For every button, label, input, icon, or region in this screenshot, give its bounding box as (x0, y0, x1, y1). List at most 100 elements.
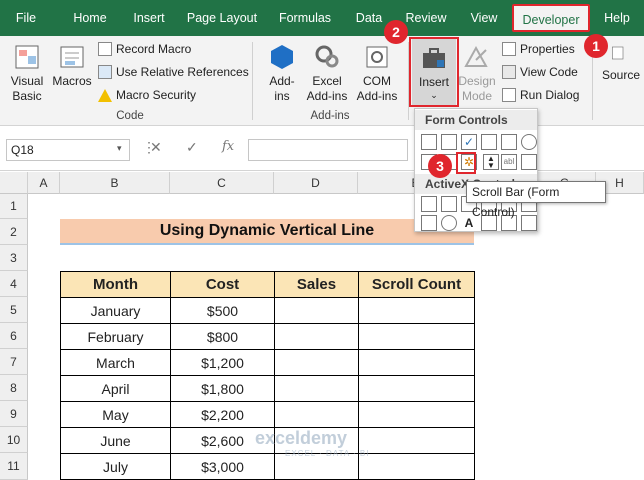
tab-developer[interactable]: Developer (512, 4, 590, 32)
cell-scroll-count[interactable] (358, 375, 475, 402)
activex-button-icon[interactable] (421, 196, 437, 212)
tab-file[interactable]: File (6, 0, 46, 36)
activex-option-button-icon[interactable] (441, 215, 457, 231)
cell-scroll-count[interactable] (358, 323, 475, 350)
header-cost[interactable]: Cost (170, 271, 275, 298)
activex-more-controls-icon[interactable] (521, 215, 537, 231)
use-relative-references-button[interactable]: Use Relative References (98, 63, 249, 81)
cell-sales[interactable] (274, 375, 359, 402)
cell-scroll-count[interactable] (358, 453, 475, 480)
ribbon-tab-bar: File Home Insert Page Layout Formulas Da… (0, 0, 644, 36)
cell-sales[interactable] (274, 349, 359, 376)
row-header-3[interactable]: 3 (0, 245, 28, 271)
cell-cost[interactable]: $800 (170, 323, 275, 350)
run-dialog-label: Run Dialog (520, 88, 580, 102)
column-header-d[interactable]: D (274, 172, 358, 194)
row-header-5[interactable]: 5 (0, 297, 28, 323)
row-header-8[interactable]: 8 (0, 375, 28, 401)
name-box[interactable]: Q18 (6, 139, 130, 161)
scroll-bar-control-icon[interactable]: ▲ ▼ (483, 154, 499, 170)
add-ins-button[interactable]: Add- ins (262, 42, 302, 104)
spin-button-control-icon[interactable] (481, 134, 497, 150)
row-header-2[interactable]: 2 (0, 219, 28, 245)
macro-security-button[interactable]: Macro Security (98, 86, 196, 104)
check-box-control-icon[interactable]: ✓ (461, 134, 477, 150)
row-header-4[interactable]: 4 (0, 271, 28, 297)
select-all-corner[interactable] (0, 172, 28, 194)
tab-home[interactable]: Home (62, 0, 118, 36)
row-header-1[interactable]: 1 (0, 194, 28, 219)
header-scroll-count[interactable]: Scroll Count (358, 271, 475, 298)
activex-toggle-icon[interactable] (421, 215, 437, 231)
row-header-9[interactable]: 9 (0, 401, 28, 427)
table-row: January $500 (60, 297, 475, 324)
cell-month[interactable]: April (60, 375, 171, 402)
macros-icon (60, 46, 84, 68)
button-control-icon[interactable] (421, 134, 437, 150)
run-dialog-button[interactable]: Run Dialog (502, 86, 579, 104)
add-ins-icon (271, 45, 293, 69)
cell-sales[interactable] (274, 401, 359, 428)
name-box-dropdown-icon[interactable]: ▾ (117, 143, 122, 154)
header-month[interactable]: Month (60, 271, 171, 298)
cell-month[interactable]: March (60, 349, 171, 376)
enter-icon[interactable]: ✓ (186, 139, 198, 156)
tab-page-layout[interactable]: Page Layout (182, 0, 262, 36)
tab-insert[interactable]: Insert (122, 0, 176, 36)
combo-box-control-icon[interactable] (441, 134, 457, 150)
cell-cost[interactable]: $2,200 (170, 401, 275, 428)
visual-basic-button[interactable]: Visual Basic (4, 42, 50, 104)
row-header-10[interactable]: 10 (0, 427, 28, 453)
design-mode-button[interactable]: Design Mode (456, 42, 498, 104)
cell-month[interactable]: June (60, 427, 171, 454)
macros-button[interactable]: Macros (50, 42, 94, 89)
column-header-a[interactable]: A (28, 172, 60, 194)
row-header-7[interactable]: 7 (0, 349, 28, 375)
properties-button[interactable]: Properties (502, 40, 575, 58)
step-badge-1: 1 (584, 34, 608, 58)
tab-view[interactable]: View (462, 0, 506, 36)
code-group-label: Code (116, 110, 144, 122)
list-box-control-icon[interactable] (501, 134, 517, 150)
row-header-11[interactable]: 11 (0, 453, 28, 480)
cell-sales[interactable] (274, 323, 359, 350)
cell-scroll-count[interactable] (358, 349, 475, 376)
column-header-c[interactable]: C (170, 172, 274, 194)
cell-scroll-count[interactable] (358, 427, 475, 454)
record-macro-button[interactable]: Record Macro (98, 40, 191, 58)
design-label-2: Mode (461, 89, 493, 103)
scroll-bar-tooltip: Scroll Bar (Form Control) (466, 181, 606, 219)
watermark-tagline: EXCEL · DATA · BI (285, 449, 370, 458)
tab-help[interactable]: Help (596, 0, 638, 36)
text-field-control-icon[interactable]: abl (501, 154, 517, 170)
com-add-ins-label-1: COM (363, 74, 391, 88)
properties-icon (502, 42, 516, 56)
cell-cost[interactable]: $1,800 (170, 375, 275, 402)
add-ins-label-2: ins (274, 89, 290, 103)
row-header-6[interactable]: 6 (0, 323, 28, 349)
com-add-ins-button[interactable]: COM Add-ins (352, 42, 402, 104)
cell-scroll-count[interactable] (358, 297, 475, 324)
column-header-b[interactable]: B (60, 172, 170, 194)
cell-month[interactable]: May (60, 401, 171, 428)
insert-function-icon[interactable]: fx (222, 139, 234, 154)
xml-source-icon (612, 46, 624, 60)
header-sales[interactable]: Sales (274, 271, 359, 298)
activex-combo-box-icon[interactable] (441, 196, 457, 212)
cell-month[interactable]: January (60, 297, 171, 324)
cancel-icon[interactable]: ✕ (150, 139, 162, 156)
cell-month[interactable]: February (60, 323, 171, 350)
tab-formulas[interactable]: Formulas (272, 0, 338, 36)
cell-scroll-count[interactable] (358, 401, 475, 428)
view-code-button[interactable]: View Code (502, 63, 578, 81)
combo-list-edit-control-icon[interactable] (521, 154, 537, 170)
option-button-control-icon[interactable] (521, 134, 537, 150)
relative-references-icon (98, 65, 112, 79)
cell-cost[interactable]: $500 (170, 297, 275, 324)
excel-add-ins-button[interactable]: Excel Add-ins (302, 42, 352, 104)
formula-input[interactable] (248, 139, 408, 161)
cell-month[interactable]: July (60, 453, 171, 480)
sheet-title[interactable]: Using Dynamic Vertical Line (60, 219, 474, 245)
cell-sales[interactable] (274, 297, 359, 324)
cell-cost[interactable]: $1,200 (170, 349, 275, 376)
